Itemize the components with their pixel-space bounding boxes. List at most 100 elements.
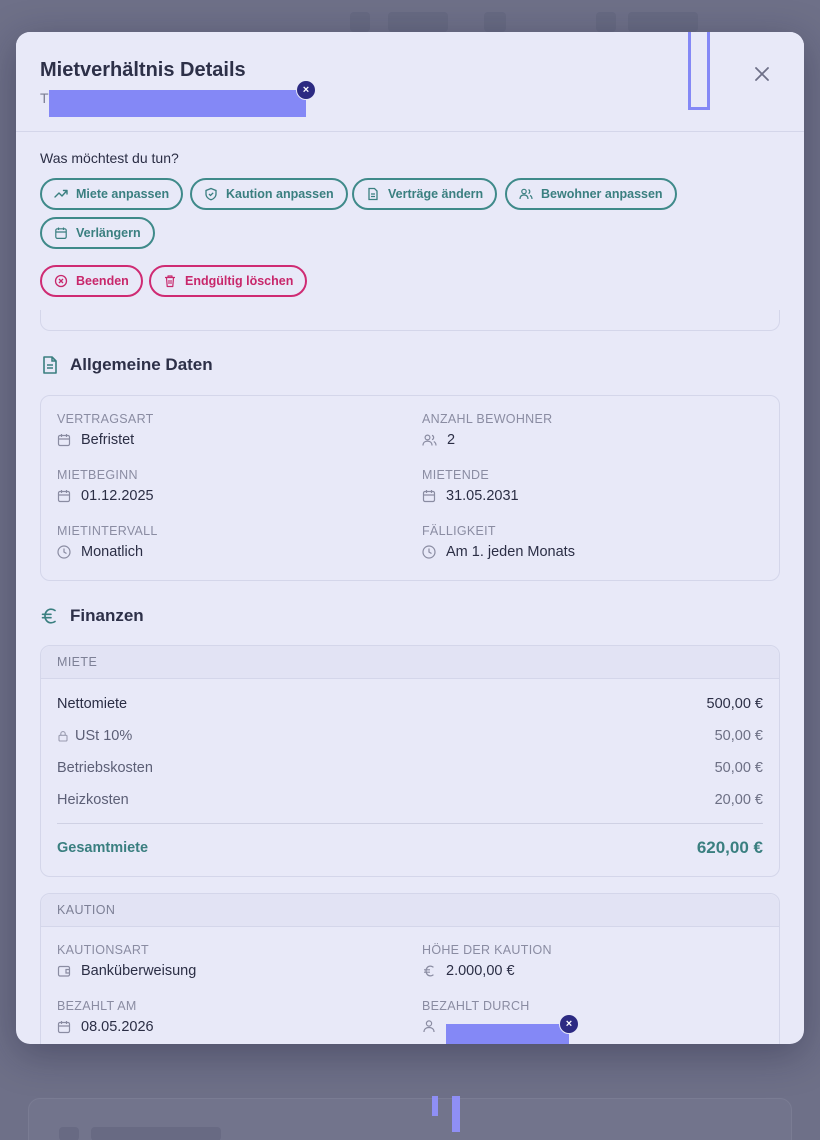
vat-row: USt 10% 50,00 € bbox=[57, 728, 763, 744]
previous-card-edge bbox=[40, 310, 780, 331]
field-label: ANZAHL BEWOHNER bbox=[422, 412, 553, 426]
field-label: MIETBEGINN bbox=[57, 468, 138, 482]
field-label: MIETENDE bbox=[422, 468, 489, 482]
total-divider bbox=[57, 823, 763, 824]
rent-card: MIETE Nettomiete 500,00 € USt 10% 50,00 … bbox=[40, 645, 780, 877]
user-icon bbox=[423, 1020, 435, 1033]
background-topbar bbox=[0, 0, 820, 32]
net-rent-label: Nettomiete bbox=[57, 696, 128, 712]
redaction-box bbox=[446, 1024, 569, 1044]
tenancy-details-modal: Mietverhältnis Details T × Was möchtest … bbox=[16, 32, 804, 1044]
users-icon bbox=[422, 434, 437, 446]
terminate-label: Beenden bbox=[76, 274, 129, 288]
trending-up-icon bbox=[54, 189, 68, 198]
net-rent-row: Nettomiete 500,00 € bbox=[57, 696, 763, 712]
deposit-amount-value: 2.000,00 € bbox=[446, 963, 515, 979]
contract-type-value: Befristet bbox=[81, 432, 135, 448]
total-rent-label: Gesamtmiete bbox=[57, 840, 149, 856]
general-data-title: Allgemeine Daten bbox=[70, 355, 213, 374]
field-value: 31.05.2031 bbox=[422, 488, 519, 504]
field-value: 2 bbox=[422, 432, 552, 448]
field-deposit-type: KAUTIONSART Banküberweisung bbox=[57, 943, 196, 979]
document-icon bbox=[368, 187, 378, 201]
field-value: 2.000,00 € bbox=[422, 963, 552, 979]
adjust-residents-label: Bewohner anpassen bbox=[541, 187, 663, 201]
general-data-card: VERTRAGSART Befristet ANZAHL BEWOHNER 2 … bbox=[40, 395, 780, 581]
field-rent-end: MIETENDE 31.05.2031 bbox=[422, 468, 519, 504]
calendar-icon bbox=[57, 490, 71, 503]
delete-permanently-label: Endgültig löschen bbox=[185, 274, 294, 288]
redaction-remove-icon[interactable]: × bbox=[296, 80, 316, 100]
close-button[interactable] bbox=[750, 62, 774, 86]
heating-costs-label: Heizkosten bbox=[57, 792, 129, 808]
terminate-button[interactable]: Beenden bbox=[40, 265, 143, 297]
deposit-card-header: KAUTION bbox=[41, 894, 779, 927]
total-rent-value: 620,00 € bbox=[696, 838, 763, 857]
finances-section-title: Finanzen bbox=[40, 606, 144, 626]
calendar-icon bbox=[55, 227, 67, 240]
delete-permanently-button[interactable]: Endgültig löschen bbox=[149, 265, 308, 297]
background-icon bbox=[484, 12, 506, 32]
users-icon bbox=[519, 188, 533, 200]
rent-start-value: 01.12.2025 bbox=[81, 488, 154, 504]
adjust-rent-button[interactable]: Miete anpassen bbox=[40, 178, 184, 210]
vat-value: 50,00 € bbox=[714, 728, 763, 744]
operating-costs-row: Betriebskosten 50,00 € bbox=[57, 760, 763, 776]
x-circle-icon bbox=[54, 274, 68, 288]
field-label: FÄLLIGKEIT bbox=[422, 524, 496, 538]
euro-icon bbox=[424, 965, 434, 977]
change-contracts-button[interactable]: Verträge ändern bbox=[352, 178, 498, 210]
extend-label: Verlängern bbox=[76, 226, 141, 240]
scroll-marker bbox=[432, 1096, 438, 1116]
background-label bbox=[91, 1127, 221, 1140]
field-label: VERTRAGSART bbox=[57, 412, 154, 426]
paid-on-value: 08.05.2026 bbox=[81, 1019, 154, 1035]
resident-count-value: 2 bbox=[447, 432, 456, 448]
wallet-icon bbox=[57, 965, 71, 977]
field-rent-start: MIETBEGINN 01.12.2025 bbox=[57, 468, 154, 504]
background-icon bbox=[596, 12, 616, 32]
vat-label-group: USt 10% bbox=[57, 728, 132, 744]
actions-area: Was möchtest du tun? bbox=[40, 150, 780, 166]
background-card bbox=[28, 1098, 792, 1140]
finances-title: Finanzen bbox=[70, 606, 144, 625]
heating-costs-value: 20,00 € bbox=[714, 792, 763, 808]
field-label: BEZAHLT AM bbox=[57, 999, 137, 1013]
field-contract-type: VERTRAGSART Befristet bbox=[57, 412, 154, 448]
heating-costs-row: Heizkosten 20,00 € bbox=[57, 792, 763, 808]
lock-icon bbox=[58, 731, 68, 742]
document-icon bbox=[43, 356, 57, 374]
modal-subtitle: T bbox=[40, 90, 49, 106]
actions-prompt: Was möchtest du tun? bbox=[40, 150, 179, 166]
close-icon bbox=[755, 67, 769, 81]
field-value: Banküberweisung bbox=[57, 963, 196, 979]
net-rent-value: 500,00 € bbox=[706, 696, 763, 712]
background-label bbox=[628, 12, 698, 32]
extend-button[interactable]: Verlängern bbox=[40, 217, 155, 249]
field-rent-interval: MIETINTERVALL Monatlich bbox=[57, 524, 158, 560]
field-resident-count: ANZAHL BEWOHNER 2 bbox=[422, 412, 552, 448]
field-value: Monatlich bbox=[57, 544, 158, 560]
rent-end-value: 31.05.2031 bbox=[446, 488, 519, 504]
highlight-marker bbox=[688, 32, 710, 110]
euro-icon bbox=[41, 608, 56, 624]
vat-label: USt 10% bbox=[75, 728, 133, 744]
change-contracts-label: Verträge ändern bbox=[388, 187, 484, 201]
calendar-icon bbox=[57, 1021, 71, 1034]
field-value: Befristet bbox=[57, 432, 154, 448]
redaction-remove-icon[interactable]: × bbox=[559, 1014, 579, 1034]
rent-card-header: MIETE bbox=[41, 646, 779, 679]
calendar-icon bbox=[57, 434, 71, 447]
adjust-deposit-label: Kaution anpassen bbox=[226, 187, 334, 201]
adjust-residents-button[interactable]: Bewohner anpassen bbox=[505, 178, 677, 210]
field-value: 01.12.2025 bbox=[57, 488, 154, 504]
modal-header: Mietverhältnis Details T × bbox=[16, 32, 804, 132]
calendar-icon bbox=[422, 490, 436, 503]
field-label: MIETINTERVALL bbox=[57, 524, 158, 538]
shield-icon bbox=[205, 187, 217, 201]
redaction-box bbox=[49, 90, 306, 117]
deposit-card: KAUTION KAUTIONSART Banküberweisung HÖHE… bbox=[40, 893, 780, 1044]
scroll-marker bbox=[452, 1096, 460, 1132]
background-label bbox=[388, 12, 448, 32]
adjust-deposit-button[interactable]: Kaution anpassen bbox=[190, 178, 348, 210]
